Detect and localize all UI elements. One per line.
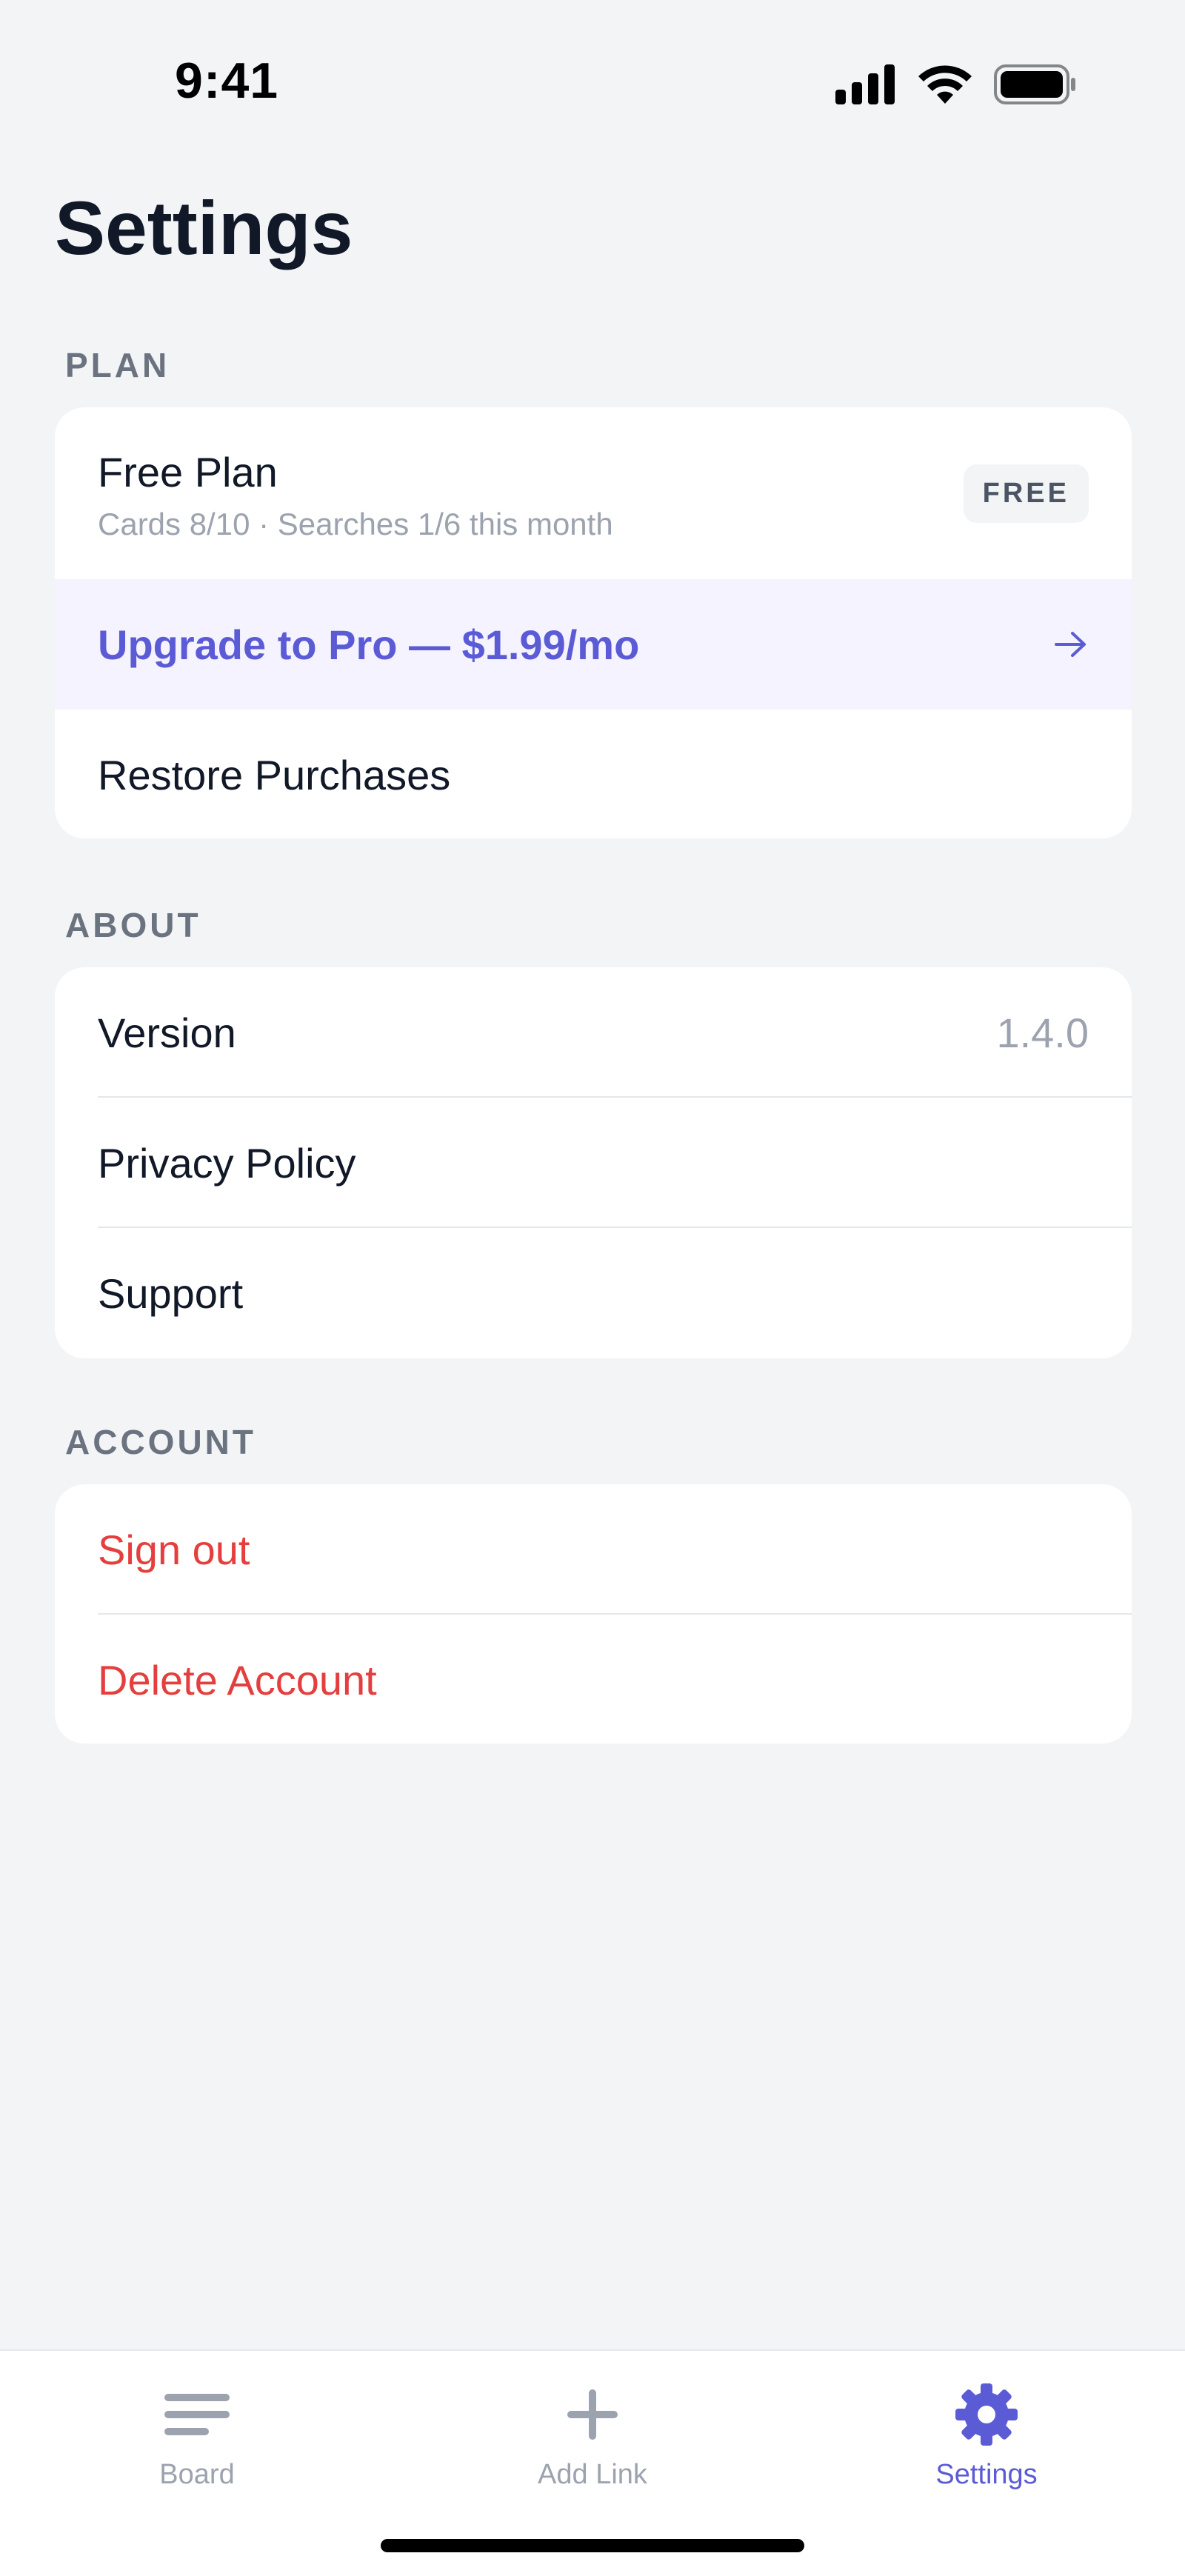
plan-text: Free Plan Cards 8/10 · Searches 1/6 this… [98, 445, 613, 542]
account-card: Sign out Delete Account [55, 1484, 1132, 1744]
plan-usage: Cards 8/10 · Searches 1/6 this month [98, 506, 613, 541]
plan-name: Free Plan [98, 448, 278, 495]
tab-add-link[interactable]: Add Link [481, 2378, 704, 2491]
sign-out-label: Sign out [98, 1526, 250, 1573]
gear-icon [955, 2378, 1018, 2452]
plan-card: Free Plan Cards 8/10 · Searches 1/6 this… [55, 407, 1132, 838]
home-indicator [381, 2539, 804, 2552]
plan-summary-row: Free Plan Cards 8/10 · Searches 1/6 this… [55, 407, 1132, 579]
section-label-plan: PLAN [65, 346, 170, 384]
tab-board-label: Board [159, 2459, 235, 2490]
tab-board[interactable]: Board [86, 2378, 308, 2491]
page-title: Settings [55, 186, 353, 270]
upgrade-label: Upgrade to Pro — $1.99/mo [98, 621, 640, 668]
lines-icon [163, 2378, 231, 2452]
support-label: Support [98, 1269, 244, 1317]
delete-account-button[interactable]: Delete Account [55, 1615, 1132, 1744]
restore-purchases-label: Restore Purchases [98, 751, 451, 798]
tab-add-link-label: Add Link [538, 2459, 647, 2490]
privacy-policy-button[interactable]: Privacy Policy [55, 1098, 1132, 1228]
tab-bar: Board Add Link Settings [0, 2349, 1185, 2576]
sign-out-button[interactable]: Sign out [55, 1484, 1132, 1615]
cellular-signal-icon [835, 64, 896, 104]
tab-settings[interactable]: Settings [875, 2378, 1098, 2491]
upgrade-button[interactable]: Upgrade to Pro — $1.99/mo [55, 579, 1132, 710]
tab-settings-label: Settings [935, 2459, 1038, 2490]
delete-account-label: Delete Account [98, 1656, 377, 1704]
support-button[interactable]: Support [55, 1228, 1132, 1358]
privacy-policy-label: Privacy Policy [98, 1139, 356, 1187]
status-icons [835, 64, 1077, 105]
battery-icon [994, 64, 1077, 104]
plan-badge: FREE [963, 464, 1089, 523]
restore-purchases-button[interactable]: Restore Purchases [55, 710, 1132, 838]
arrow-right-icon [1053, 630, 1089, 659]
version-row: Version 1.4.0 [55, 967, 1132, 1098]
status-time: 9:41 [175, 53, 279, 109]
section-label-account: ACCOUNT [65, 1423, 256, 1461]
version-label: Version [98, 1009, 236, 1056]
section-label-about: ABOUT [65, 906, 201, 944]
wifi-icon [917, 64, 973, 105]
status-bar: 9:41 [0, 0, 1185, 170]
version-value: 1.4.0 [996, 1009, 1089, 1056]
plus-icon [566, 2378, 619, 2452]
about-card: Version 1.4.0 Privacy Policy Support [55, 967, 1132, 1358]
